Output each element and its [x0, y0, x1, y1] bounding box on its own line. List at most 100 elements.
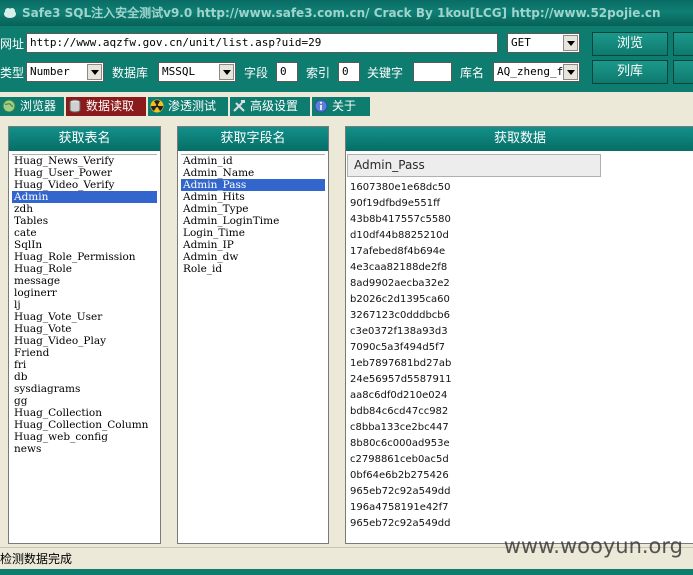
db-label: 数据库: [112, 66, 149, 80]
list-item[interactable]: Huag_web_config: [12, 431, 157, 443]
list-item[interactable]: Admin_Name: [181, 167, 325, 179]
table-row[interactable]: aa8c6df0d210e024: [350, 388, 692, 404]
list-item[interactable]: Admin_Hits: [181, 191, 325, 203]
list-item[interactable]: Huag_Role_Permission: [12, 251, 157, 263]
list-item[interactable]: news: [12, 443, 157, 455]
list-item[interactable]: Huag_Video_Verify: [12, 179, 157, 191]
list-item[interactable]: zdh: [12, 203, 157, 215]
keyword-input[interactable]: [413, 62, 452, 82]
table-row[interactable]: 1607380e1e68dc50: [350, 180, 692, 196]
list-item[interactable]: message: [12, 275, 157, 287]
table-row[interactable]: 3267123c0dddbcb6: [350, 308, 692, 324]
tab-browser[interactable]: 浏览器: [0, 97, 64, 116]
list-item[interactable]: lj: [12, 299, 157, 311]
table-row[interactable]: 965eb72c92a549dd: [350, 484, 692, 500]
table-row[interactable]: c8bba133ce2bc447: [350, 420, 692, 436]
tab-pentest[interactable]: 渗透测试: [148, 97, 228, 116]
chevron-down-icon[interactable]: [219, 64, 234, 80]
list-item[interactable]: gg: [12, 395, 157, 407]
list-item[interactable]: Admin_id: [181, 155, 325, 167]
data-grid[interactable]: 1607380e1e68dc50 90f19dfbd9e551ff 43b8b417…: [350, 180, 692, 532]
table-row[interactable]: 7090c5a3f494d5f7: [350, 340, 692, 356]
table-row[interactable]: 1eb7897681bd27ab: [350, 356, 692, 372]
list-item[interactable]: Admin_dw: [181, 251, 325, 263]
method-select[interactable]: GET: [507, 33, 580, 53]
url-input[interactable]: http://www.aqzfw.gov.cn/unit/list.asp?ui…: [26, 33, 498, 53]
list-item[interactable]: Huag_Collection: [12, 407, 157, 419]
table-row[interactable]: 965eb72c92a549dd: [350, 516, 692, 532]
fields-list[interactable]: Admin_id Admin_Name Admin_Pass Admin_Hits Ad…: [181, 154, 325, 541]
tools-icon: [233, 100, 245, 112]
list-item[interactable]: SqlIn: [12, 239, 157, 251]
list-item[interactable]: Admin_LoginTime: [181, 215, 325, 227]
db-select[interactable]: MSSQL: [158, 62, 236, 82]
list-item[interactable]: Admin_Type: [181, 203, 325, 215]
list-item[interactable]: Huag_Role: [12, 263, 157, 275]
info-icon: [314, 99, 328, 113]
list-item[interactable]: Friend: [12, 347, 157, 359]
extra-button-bottom[interactable]: [673, 60, 693, 84]
table-row[interactable]: 4e3caa82188de2f8: [350, 260, 692, 276]
table-row[interactable]: 24e56957d5587911: [350, 372, 692, 388]
tables-panel-header[interactable]: 获取表名: [9, 127, 160, 151]
table-row[interactable]: 0bf64e6b2b275426: [350, 468, 692, 484]
list-item[interactable]: Huag_Video_Play: [12, 335, 157, 347]
list-item[interactable]: sysdiagrams: [12, 383, 157, 395]
list-db-button[interactable]: 列库: [592, 60, 668, 84]
list-item[interactable]: Admin_Pass: [181, 179, 325, 191]
list-item[interactable]: Admin_IP: [181, 239, 325, 251]
list-item[interactable]: db: [12, 371, 157, 383]
list-item[interactable]: Huag_Vote_User: [12, 311, 157, 323]
table-row[interactable]: 8b80c6c000ad953e: [350, 436, 692, 452]
chevron-down-icon[interactable]: [563, 35, 578, 51]
extra-button-top[interactable]: [673, 32, 693, 56]
dbname-select[interactable]: AQ_zheng_fa: [493, 62, 580, 82]
index-label: 索引: [306, 66, 331, 80]
list-item[interactable]: Role_id: [181, 263, 325, 275]
data-column-header[interactable]: Admin_Pass: [347, 154, 601, 177]
tab-label: 渗透测试: [168, 99, 217, 113]
watermark: www.wooyun.org: [503, 534, 683, 558]
data-panel-header[interactable]: 获取数据: [346, 127, 693, 151]
chevron-down-icon[interactable]: [563, 64, 578, 80]
radiation-icon: [150, 99, 164, 113]
tab-data-read[interactable]: 数据读取: [66, 97, 146, 116]
tables-list[interactable]: Huag_News_Verify Huag_User_Power Huag_Vide…: [12, 154, 157, 541]
list-item[interactable]: Huag_Collection_Column: [12, 419, 157, 431]
list-item[interactable]: Huag_User_Power: [12, 167, 157, 179]
table-row[interactable]: d10df44b8825210d: [350, 228, 692, 244]
list-item[interactable]: Admin: [12, 191, 157, 203]
index-input[interactable]: 0: [338, 62, 360, 82]
table-row[interactable]: bdb84c6cd47cc982: [350, 404, 692, 420]
tab-label: 浏览器: [20, 99, 57, 113]
list-item[interactable]: Huag_News_Verify: [12, 155, 157, 167]
list-item[interactable]: Tables: [12, 215, 157, 227]
list-item[interactable]: Login_Time: [181, 227, 325, 239]
table-row[interactable]: c2798861ceb0ac5d: [350, 452, 692, 468]
window-title: Safe3 SQL注入安全测试v9.0 http://www.safe3.com…: [22, 6, 661, 20]
fields-panel-header[interactable]: 获取字段名: [178, 127, 328, 151]
chevron-down-icon[interactable]: [87, 64, 102, 80]
table-row[interactable]: c3e0372f138a93d3: [350, 324, 692, 340]
database-icon: [69, 99, 81, 113]
tab-about[interactable]: 关于: [312, 97, 370, 116]
table-row[interactable]: 90f19dfbd9e551ff: [350, 196, 692, 212]
table-row[interactable]: 43b8b417557c5580: [350, 212, 692, 228]
table-row[interactable]: 8ad9902aecba32e2: [350, 276, 692, 292]
tab-advanced[interactable]: 高级设置: [230, 97, 310, 116]
list-item[interactable]: Huag_Vote: [12, 323, 157, 335]
browse-button[interactable]: 浏览: [592, 32, 668, 56]
field-input[interactable]: 0: [276, 62, 298, 82]
method-value: GET: [511, 36, 531, 49]
bottom-border: [0, 569, 693, 575]
type-label: 类型: [0, 66, 25, 80]
list-item[interactable]: loginerr: [12, 287, 157, 299]
tab-bar: 浏览器 数据读取 渗透测试 高级设置 关于: [0, 97, 693, 117]
tables-panel: 获取表名 Huag_News_Verify Huag_User_Power Huag…: [8, 126, 161, 544]
list-item[interactable]: fri: [12, 359, 157, 371]
list-item[interactable]: cate: [12, 227, 157, 239]
table-row[interactable]: 196a4758191e42f7: [350, 500, 692, 516]
table-row[interactable]: 17afebed8f4b694e: [350, 244, 692, 260]
table-row[interactable]: b2026c2d1395ca60: [350, 292, 692, 308]
type-select[interactable]: Number: [26, 62, 104, 82]
